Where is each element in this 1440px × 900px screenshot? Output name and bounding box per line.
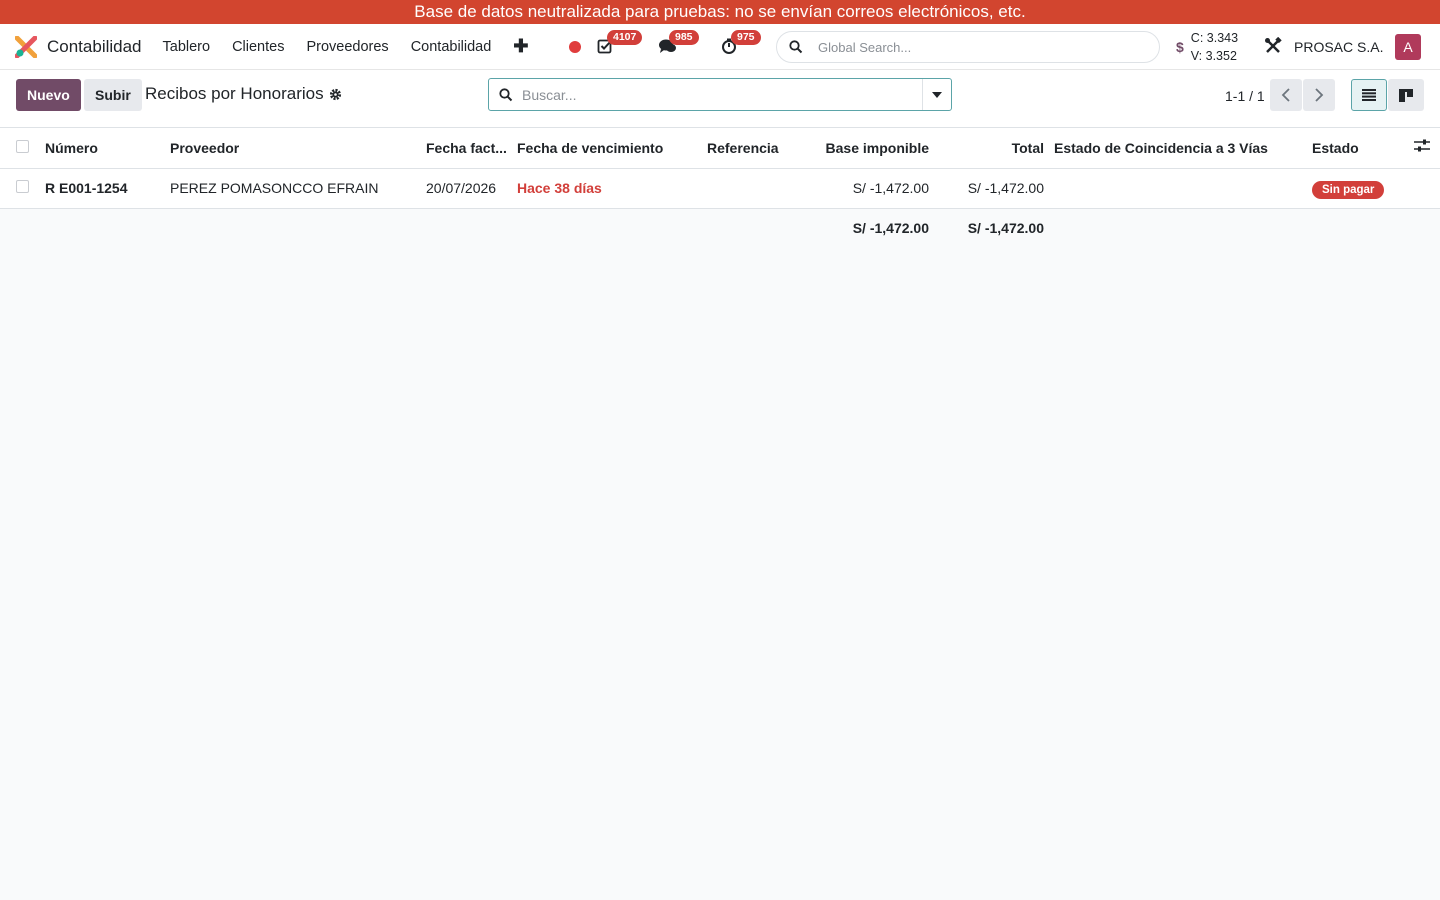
- global-search-input[interactable]: [818, 39, 1118, 55]
- app-brand[interactable]: Contabilidad: [15, 35, 142, 58]
- status-badge: Sin pagar: [1312, 181, 1385, 199]
- quick-create-plus-icon[interactable]: ✚: [513, 36, 528, 57]
- buy-rate: C: 3.343: [1190, 31, 1239, 45]
- search-icon: [789, 40, 803, 54]
- cell-base-imponible: S/ -1,472.00: [792, 168, 929, 209]
- select-all-checkbox[interactable]: [16, 139, 29, 153]
- control-panel: Nuevo Subir Recibos por Honorarios 1-1 /…: [0, 70, 1440, 128]
- cell-fecha: 20/07/2026: [426, 168, 517, 209]
- chevron-right-icon: [1315, 88, 1324, 102]
- list-icon: [1362, 89, 1376, 101]
- select-all-cell[interactable]: [0, 128, 45, 169]
- vendor-bills-table: Número Proveedor Fecha fact... Fecha de …: [0, 128, 1440, 248]
- row-checkbox[interactable]: [16, 180, 29, 193]
- activities-menu[interactable]: 4107: [597, 30, 643, 56]
- upload-button[interactable]: Subir: [84, 79, 142, 111]
- main-menu: Tablero Clientes Proveedores Contabilida…: [163, 39, 514, 55]
- column-header-total[interactable]: Total: [929, 128, 1044, 169]
- table-header-row: Número Proveedor Fecha fact... Fecha de …: [0, 128, 1440, 169]
- kanban-view-button[interactable]: [1388, 79, 1424, 111]
- app-name: Contabilidad: [47, 36, 142, 56]
- search-icon: [499, 87, 513, 101]
- activities-badge: 4107: [607, 30, 643, 45]
- timer-badge: 975: [731, 30, 761, 45]
- recording-dot-icon[interactable]: [569, 41, 581, 53]
- sliders-icon[interactable]: [1414, 139, 1430, 153]
- test-db-banner: Base de datos neutralizada para pruebas:…: [0, 0, 1440, 24]
- column-header-proveedor[interactable]: Proveedor: [170, 128, 426, 169]
- global-search-bar: [776, 31, 1160, 63]
- menu-item-contabilidad[interactable]: Contabilidad: [411, 39, 492, 55]
- timer-menu[interactable]: 975: [721, 30, 761, 56]
- menu-item-proveedores[interactable]: Proveedores: [306, 39, 388, 55]
- column-header-referencia[interactable]: Referencia: [707, 128, 792, 169]
- pager-previous-button[interactable]: [1270, 79, 1302, 111]
- kanban-icon: [1399, 88, 1413, 102]
- company-switcher[interactable]: PROSAC S.A.: [1294, 24, 1383, 70]
- new-button[interactable]: Nuevo: [16, 79, 81, 111]
- cell-numero: R E001-1254: [45, 168, 170, 209]
- cell-total: S/ -1,472.00: [929, 168, 1044, 209]
- footer-total: S/ -1,472.00: [929, 208, 1044, 248]
- top-navbar: Contabilidad Tablero Clientes Proveedore…: [0, 24, 1440, 70]
- column-header-estado[interactable]: Estado: [1312, 128, 1414, 169]
- dollar-icon: $: [1176, 39, 1184, 55]
- exchange-rates[interactable]: $ C: 3.343 V: 3.352: [1176, 29, 1238, 65]
- search-input[interactable]: [522, 86, 902, 103]
- column-header-coincidencia[interactable]: Estado de Coincidencia a 3 Vías: [1054, 128, 1312, 169]
- gear-icon[interactable]: [329, 88, 342, 101]
- search-options-toggle[interactable]: [922, 79, 951, 110]
- search-bar: [488, 78, 952, 111]
- accounting-app-icon: [15, 35, 37, 58]
- systray: 4107 985 975: [569, 24, 783, 70]
- cell-referencia: [707, 168, 792, 209]
- chevron-left-icon: [1281, 88, 1290, 102]
- column-header-base-imponible[interactable]: Base imponible: [792, 128, 929, 169]
- footer-base-imponible: S/ -1,472.00: [792, 208, 929, 248]
- sell-rate: V: 3.352: [1190, 49, 1237, 63]
- cell-vencimiento: Hace 38 días: [517, 168, 707, 209]
- pager-next-button[interactable]: [1303, 79, 1335, 111]
- page-title: Recibos por Honorarios: [145, 84, 324, 103]
- menu-item-clientes[interactable]: Clientes: [232, 39, 284, 55]
- caret-down-icon: [932, 91, 942, 98]
- user-avatar[interactable]: A: [1395, 34, 1421, 60]
- cell-proveedor: PEREZ POMASONCCO EFRAIN: [170, 168, 426, 209]
- column-header-numero[interactable]: Número: [45, 128, 170, 169]
- messages-badge: 985: [669, 30, 699, 45]
- column-settings-cell[interactable]: [1414, 128, 1440, 169]
- table-footer-row: S/ -1,472.00 S/ -1,472.00: [0, 208, 1440, 248]
- pager-value[interactable]: 1-1 / 1: [1225, 88, 1265, 104]
- cell-coincidencia: [1054, 168, 1312, 209]
- menu-item-tablero[interactable]: Tablero: [163, 39, 211, 55]
- column-header-fecha-vencimiento[interactable]: Fecha de vencimiento: [517, 128, 707, 169]
- list-view-button[interactable]: [1351, 79, 1387, 111]
- debug-tools-icon[interactable]: [1264, 37, 1282, 55]
- table-row[interactable]: R E001-1254 PEREZ POMASONCCO EFRAIN 20/0…: [0, 168, 1440, 209]
- messages-menu[interactable]: 985: [659, 30, 699, 56]
- column-header-fecha-factura[interactable]: Fecha fact...: [426, 128, 517, 169]
